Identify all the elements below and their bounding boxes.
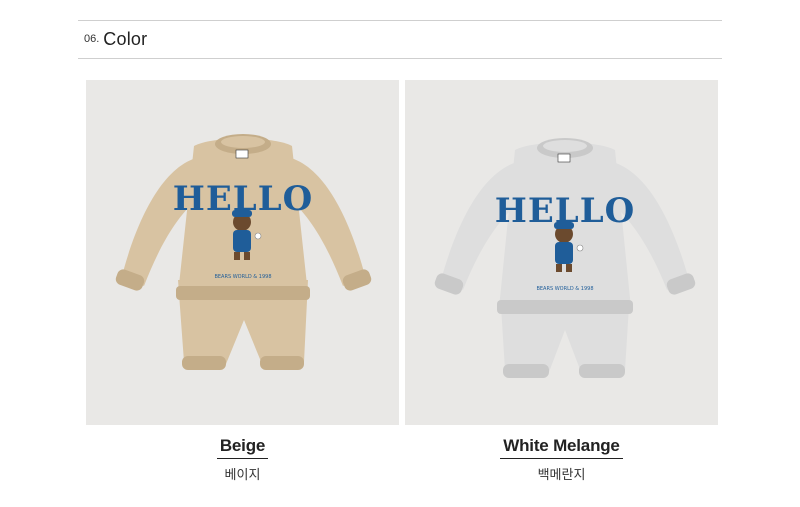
color-name-en: Beige [216, 436, 269, 459]
white-melange-outfit-illustration: HELLO BEARS WORLD & 1998 [434, 138, 696, 378]
beige-outfit-illustration: HELLO BEARS WORLD & 1998 [115, 134, 372, 370]
caption-white-melange: White Melange 백메란지 [405, 436, 718, 483]
section-number: 06. [84, 33, 100, 45]
color-name-en: White Melange [500, 436, 623, 459]
product-image-beige: HELLO BEARS WORLD & 1998 [86, 80, 399, 425]
small-print: BEARS WORLD & 1998 [536, 286, 593, 292]
neck-label [235, 149, 249, 159]
color-name-ko: 백메란지 [537, 468, 586, 483]
section-title: Color [103, 29, 148, 49]
top-divider [78, 20, 722, 21]
right-pant-cuff [260, 356, 304, 370]
caption-beige: Beige 베이지 [86, 436, 399, 483]
bottom-divider [78, 58, 722, 59]
waistband [497, 300, 633, 314]
pants [501, 306, 629, 372]
color-name-ko: 베이지 [224, 468, 261, 483]
small-print: BEARS WORLD & 1998 [214, 274, 271, 280]
product-image-white-melange: HELLO BEARS WORLD & 1998 [405, 80, 718, 425]
left-pant-cuff [182, 356, 226, 370]
neck-label [557, 153, 571, 163]
left-pant-cuff [503, 364, 549, 378]
right-pant-cuff [579, 364, 625, 378]
waistband [176, 286, 310, 300]
section-header: 06. Color [84, 29, 147, 50]
